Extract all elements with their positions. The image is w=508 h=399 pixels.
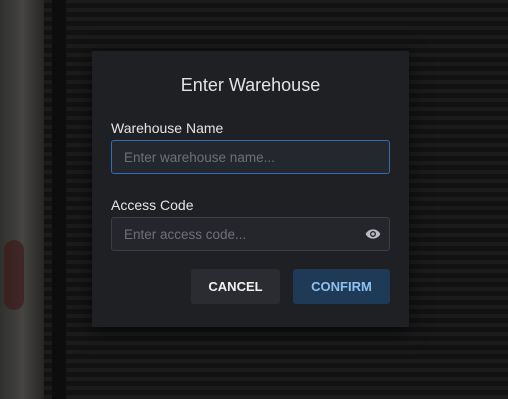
confirm-button[interactable]: CONFIRM: [293, 269, 390, 304]
access-code-input[interactable]: [111, 217, 390, 251]
cancel-button[interactable]: CANCEL: [191, 269, 280, 304]
warehouse-name-label: Warehouse Name: [111, 120, 224, 136]
dialog-title: Enter Warehouse: [180, 75, 321, 95]
warehouse-name-input[interactable]: [111, 140, 390, 174]
enter-warehouse-dialog: Enter Warehouse Warehouse Name Access Co…: [92, 51, 409, 327]
access-code-label: Access Code: [111, 197, 194, 213]
eye-icon[interactable]: [364, 226, 382, 242]
